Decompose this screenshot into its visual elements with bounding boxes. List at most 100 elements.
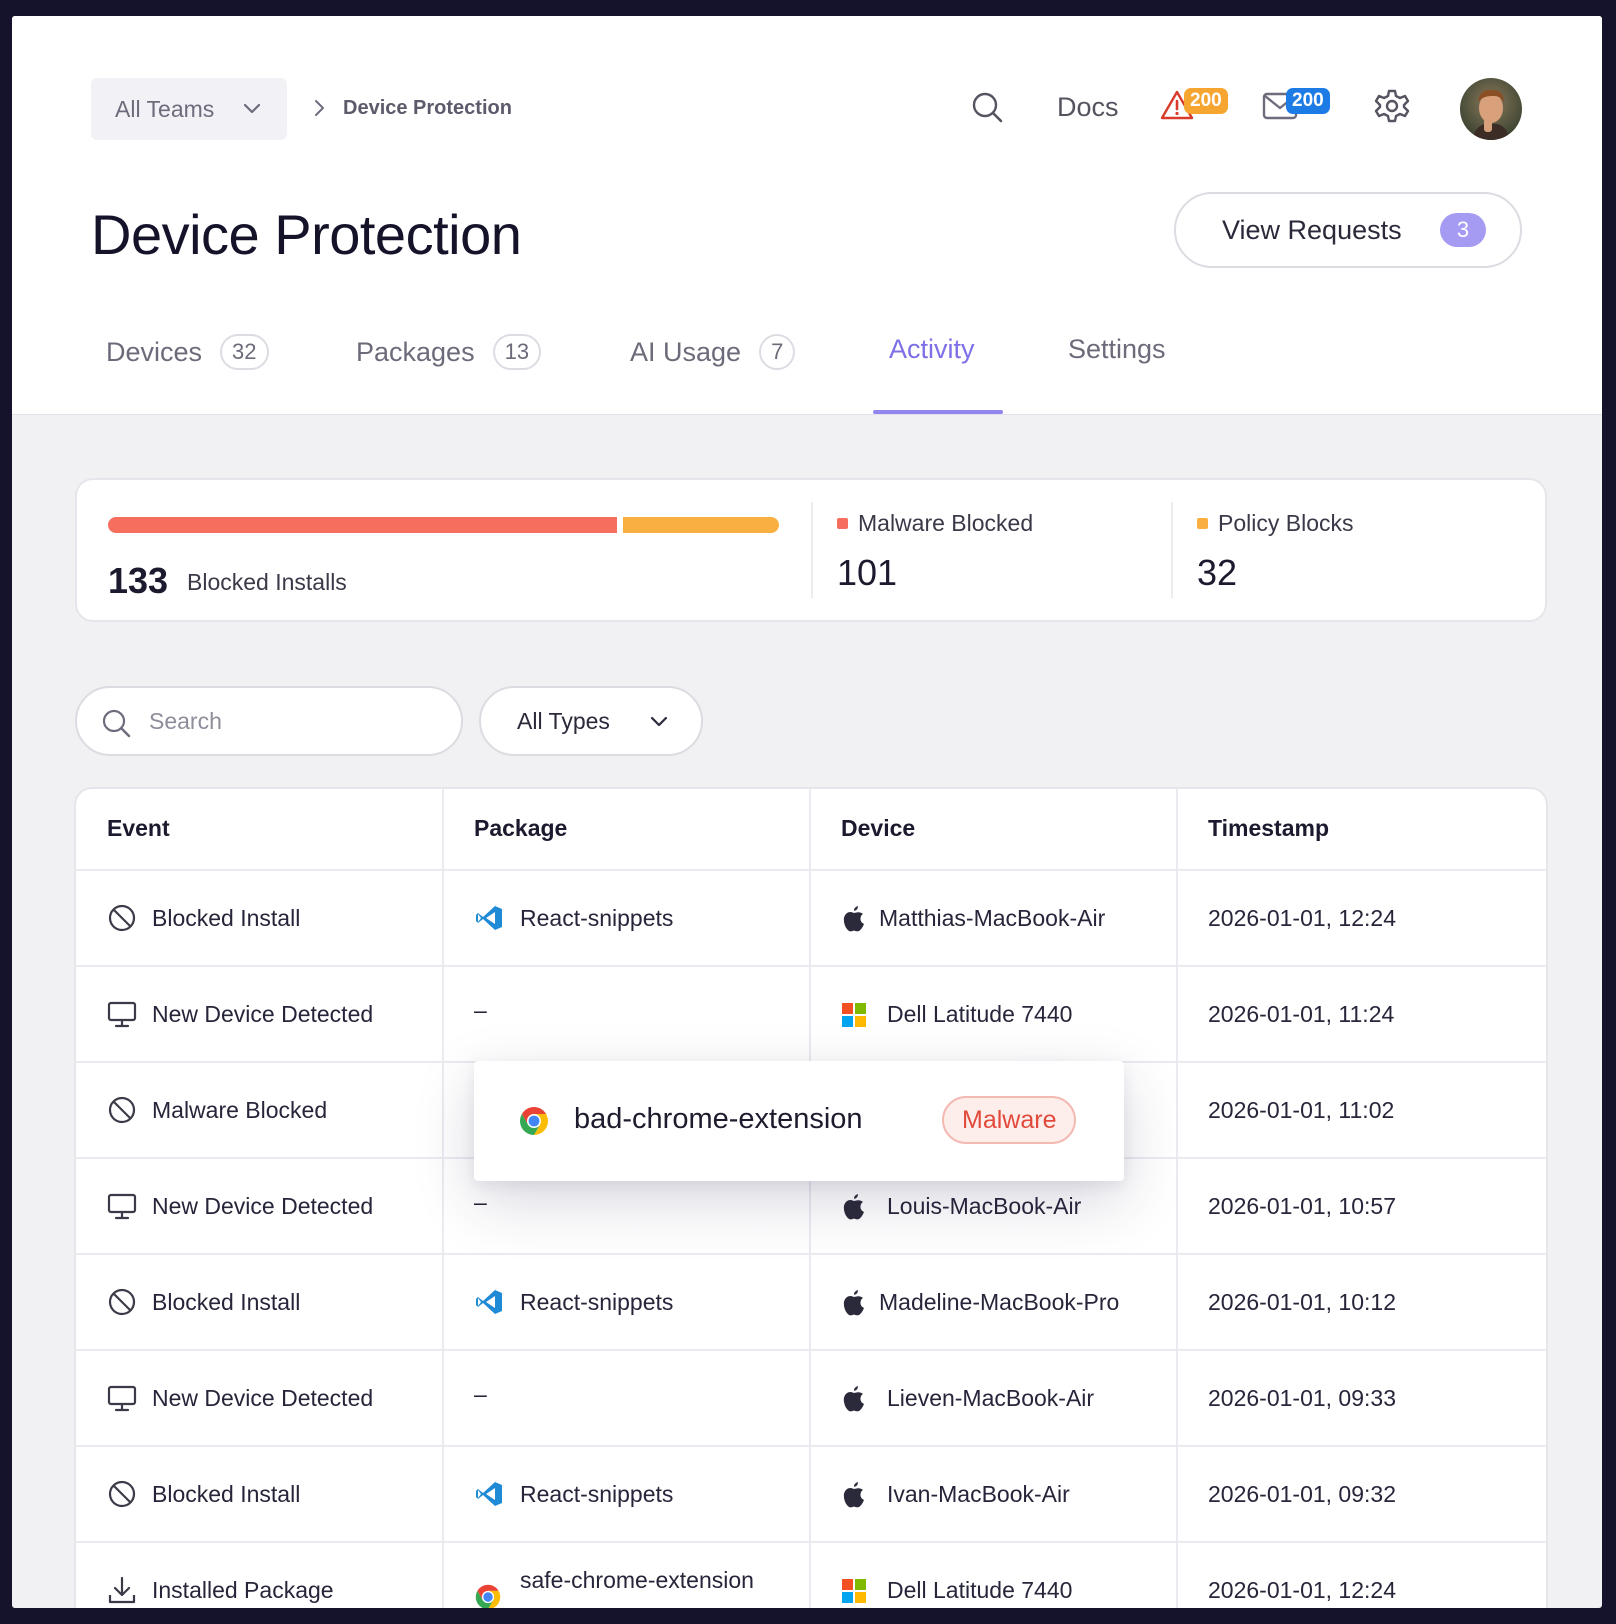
event-cell: New Device Detected — [152, 1193, 374, 1219]
malware-tag: Malware — [942, 1096, 1077, 1144]
column-header-device[interactable]: Device — [841, 815, 915, 842]
breadcrumb-current[interactable]: Device Protection — [343, 97, 512, 120]
blocked-installs-summary: 133 Blocked Installs Malware Blocked 101… — [75, 478, 1547, 622]
table-row[interactable]: New Device Detected – Lieven-MacBook-Air 20… — [76, 1351, 1546, 1447]
windows-icon — [841, 1578, 867, 1608]
package-popover[interactable]: bad-chrome-extension Malware — [474, 1061, 1124, 1181]
total-blocked-label: Blocked Installs — [187, 569, 347, 595]
event-cell: Malware Blocked — [152, 1097, 328, 1123]
chrome-icon — [520, 1107, 548, 1135]
timestamp-cell: 2026-01-01, 12:24 — [1208, 905, 1396, 931]
device-cell[interactable]: Madeline-MacBook-Pro — [879, 1289, 1119, 1316]
avatar[interactable] — [1460, 78, 1522, 140]
package-cell[interactable]: safe-chrome-extension — [520, 1567, 754, 1594]
tab-settings[interactable]: Settings — [1068, 334, 1166, 365]
package-cell: – — [474, 1381, 487, 1407]
table-row[interactable]: Blocked Install React-snippets Matthias-Ma… — [76, 871, 1546, 967]
vscode-icon — [474, 903, 504, 938]
gear-icon[interactable] — [1374, 88, 1410, 124]
table-row[interactable]: Installed Package safe-chrome-extension De… — [76, 1543, 1546, 1608]
timestamp-cell: 2026-01-01, 10:57 — [1208, 1193, 1396, 1219]
package-cell[interactable]: React-snippets — [520, 905, 673, 932]
chevron-down-icon — [243, 103, 261, 114]
device-cell[interactable]: Ivan-MacBook-Air — [887, 1481, 1070, 1508]
event-cell: Blocked Install — [152, 1481, 301, 1507]
chevron-down-icon — [650, 716, 668, 727]
timestamp-cell: 2026-01-01, 11:02 — [1208, 1097, 1395, 1123]
tab-ai-usage[interactable]: AI Usage 7 — [630, 334, 796, 370]
timestamp-cell: 2026-01-01, 09:33 — [1208, 1385, 1396, 1411]
messages-button[interactable]: 200 — [1262, 88, 1330, 127]
tab-label: Devices — [106, 336, 203, 367]
active-tab-indicator — [873, 410, 1003, 414]
alerts-count-badge: 200 — [1184, 88, 1228, 114]
chrome-icon — [474, 1583, 502, 1608]
timestamp-cell: 2026-01-01, 11:24 — [1208, 1001, 1395, 1027]
column-header-timestamp[interactable]: Timestamp — [1208, 815, 1329, 842]
column-header-package[interactable]: Package — [474, 815, 567, 842]
apple-icon — [841, 1287, 867, 1322]
policy-label-text: Policy Blocks — [1218, 510, 1354, 536]
page-header: All Teams Device Protection Docs 200 200 — [12, 16, 1602, 415]
tab-label: Activity — [889, 334, 975, 364]
blocked-icon — [107, 1287, 137, 1322]
table-row[interactable]: Blocked Install React-snippets Ivan-MacBoo… — [76, 1447, 1546, 1543]
apple-icon — [841, 1383, 867, 1418]
app-window: All Teams Device Protection Docs 200 200 — [12, 16, 1602, 1608]
device-cell[interactable]: Dell Latitude 7440 — [887, 1001, 1072, 1028]
event-cell: Installed Package — [152, 1577, 334, 1603]
docs-link[interactable]: Docs — [1057, 92, 1119, 123]
device-cell[interactable]: Matthias-MacBook-Air — [879, 905, 1105, 932]
table-row[interactable]: Blocked Install React-snippets Madeline-Ma… — [76, 1255, 1546, 1351]
table-row[interactable]: New Device Detected – Dell Latitude 7440 20… — [76, 967, 1546, 1063]
activity-table: Event Package Device Timestamp Blocked I… — [74, 787, 1548, 1608]
policy-share-bar — [623, 517, 779, 533]
package-cell[interactable]: React-snippets — [520, 1289, 673, 1316]
tab-label: AI Usage — [630, 336, 742, 367]
blocked-icon — [107, 903, 137, 938]
event-type-value: All Types — [517, 708, 610, 734]
device-cell[interactable]: Dell Latitude 7440 — [887, 1577, 1072, 1604]
popover-package-name: bad-chrome-extension — [574, 1103, 863, 1135]
apple-icon — [841, 1191, 867, 1226]
tab-packages[interactable]: Packages 13 — [356, 334, 542, 370]
malware-stat-value: 101 — [837, 552, 898, 593]
malware-stat-label: Malware Blocked — [837, 510, 1033, 537]
tab-devices[interactable]: Devices 32 — [106, 334, 269, 370]
messages-count-badge: 200 — [1286, 88, 1330, 114]
monitor-icon — [107, 1191, 137, 1226]
tab-count-badge: 7 — [759, 334, 796, 370]
event-cell: Blocked Install — [152, 905, 301, 931]
event-type-select[interactable]: All Types — [479, 686, 703, 756]
search-placeholder: Search — [149, 708, 222, 734]
device-cell[interactable]: Lieven-MacBook-Air — [887, 1385, 1094, 1412]
package-cell: – — [474, 1189, 487, 1215]
alerts-button[interactable]: 200 — [1160, 88, 1228, 127]
apple-icon — [841, 1479, 867, 1514]
windows-icon — [841, 1002, 867, 1033]
view-requests-label: View Requests — [1222, 214, 1402, 245]
chevron-right-icon — [315, 100, 324, 116]
tab-count-badge: 13 — [492, 334, 542, 370]
blocked-icon — [107, 1479, 137, 1514]
tab-count-badge: 32 — [220, 334, 269, 370]
download-icon — [107, 1575, 137, 1608]
search-icon[interactable] — [970, 90, 1004, 124]
total-blocked-value: 133 — [108, 560, 169, 601]
policy-stat-value: 32 — [1197, 552, 1238, 593]
team-selector[interactable]: All Teams — [91, 78, 287, 140]
malware-legend-swatch — [837, 518, 848, 529]
malware-label-text: Malware Blocked — [858, 510, 1034, 536]
vscode-icon — [474, 1287, 504, 1322]
view-requests-button[interactable]: View Requests 3 — [1174, 192, 1522, 268]
tab-label: Settings — [1068, 334, 1166, 364]
tab-activity[interactable]: Activity — [889, 334, 975, 365]
search-input[interactable]: Search — [75, 686, 463, 756]
timestamp-cell: 2026-01-01, 10:12 — [1208, 1289, 1396, 1315]
policy-legend-swatch — [1197, 518, 1208, 529]
package-cell[interactable]: React-snippets — [520, 1481, 673, 1508]
device-cell[interactable]: Louis-MacBook-Air — [887, 1193, 1081, 1220]
team-selector-label: All Teams — [115, 95, 215, 122]
column-header-event[interactable]: Event — [107, 815, 170, 842]
event-cell: New Device Detected — [152, 1001, 374, 1027]
